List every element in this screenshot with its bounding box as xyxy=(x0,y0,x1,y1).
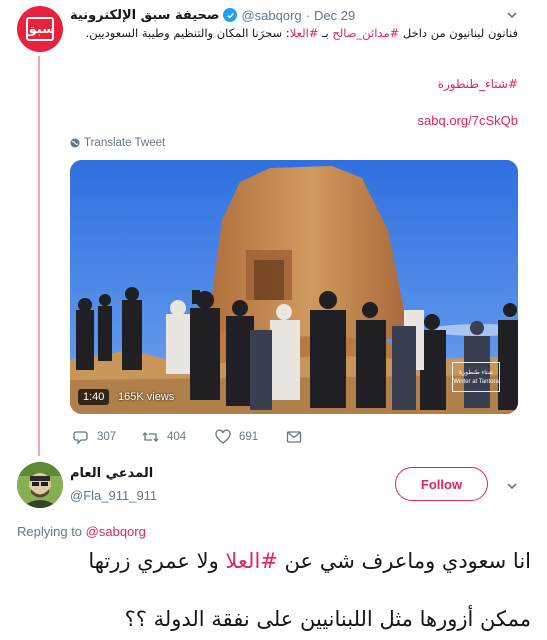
article-link[interactable]: sabq.org/7cSkQb xyxy=(70,113,518,128)
reply-button[interactable]: 307 xyxy=(73,428,116,446)
reply-text-part2: ولا عمري زرتها xyxy=(88,549,226,573)
like-icon xyxy=(215,429,231,444)
tweet-text: فنانون لبنانيون من داخل #مدائن_صالح بـ #… xyxy=(70,25,518,41)
replying-to: Replying to @sabqorg xyxy=(17,524,146,539)
watermark-line2: Winter at Tantora xyxy=(453,379,499,385)
hashtag-link[interactable]: #العلا xyxy=(225,549,278,573)
video-watermark: شتاء طنطورة Winter at Tantora xyxy=(452,362,500,392)
video-thumbnail xyxy=(70,160,518,414)
chevron-down-icon[interactable] xyxy=(505,8,519,22)
user-avatar[interactable] xyxy=(17,462,63,508)
share-icon xyxy=(286,431,302,443)
reply-icon xyxy=(73,431,88,445)
tweet-text-part2: بـ xyxy=(318,26,333,40)
retweet-button[interactable]: 404 xyxy=(142,428,186,446)
like-count: 691 xyxy=(239,431,259,443)
translate-tweet-button[interactable]: Translate Tweet xyxy=(70,137,165,149)
reply-text-part1: انا سعودي وماعرف شي عن xyxy=(277,549,531,573)
header-separator: · xyxy=(305,7,310,23)
tweet-header: صحيفة سبق الإلكترونية @sabqorg · Dec 29 xyxy=(70,6,355,24)
tweet-date[interactable]: Dec 29 xyxy=(314,8,355,23)
translate-label: Translate Tweet xyxy=(84,137,166,149)
replying-prefix: Replying to xyxy=(17,524,86,539)
user-handle[interactable]: @Fla_911_911 xyxy=(70,488,157,503)
hashtag-link[interactable]: #مدائن_صالح xyxy=(332,26,399,40)
watermark-line1: شتاء طنطورة xyxy=(459,370,493,376)
replying-handle-link[interactable]: @sabqorg xyxy=(86,524,146,539)
tweet-text-part1: فنانون لبنانيون من داخل xyxy=(399,26,518,40)
video-player[interactable]: 1:40 165K views شتاء طنطورة Winter at Ta… xyxy=(70,160,518,414)
author-name[interactable]: صحيفة سبق الإلكترونية xyxy=(70,8,219,23)
hashtag-link[interactable]: #العلا xyxy=(290,26,319,40)
video-views: 165K views xyxy=(118,391,175,403)
user-display-name[interactable]: المدعي العام xyxy=(70,466,160,481)
reply-text-line1: انا سعودي وماعرف شي عن #العلا ولا عمري ز… xyxy=(17,549,531,573)
share-button[interactable] xyxy=(286,428,302,446)
hashtag-link[interactable]: #شتاء_طنطورة xyxy=(70,77,518,91)
tweet-text-part3: : سحرَنا المكان والتنظيم وطيبة السعوديين… xyxy=(85,26,290,40)
like-button[interactable]: 691 xyxy=(215,428,258,446)
sabq-avatar[interactable]: سبق xyxy=(17,6,63,52)
chevron-down-icon[interactable] xyxy=(505,479,519,493)
follow-button[interactable]: Follow xyxy=(395,467,488,501)
retweet-count: 404 xyxy=(167,431,187,443)
tweet-actions: 307 404 691 xyxy=(70,428,518,446)
author-handle[interactable]: @sabqorg xyxy=(241,8,301,23)
avatar-image xyxy=(17,462,63,508)
verified-badge-icon xyxy=(223,8,238,22)
video-duration: 1:40 xyxy=(78,389,110,405)
sabq-logo: سبق xyxy=(25,17,56,41)
retweet-icon xyxy=(142,432,159,442)
reply-text-line2: ممكن أزورها مثل اللبنانيين على نفقة الدو… xyxy=(124,607,531,631)
globe-icon xyxy=(70,138,80,148)
reply-count: 307 xyxy=(97,431,117,443)
thread-line xyxy=(38,56,40,456)
